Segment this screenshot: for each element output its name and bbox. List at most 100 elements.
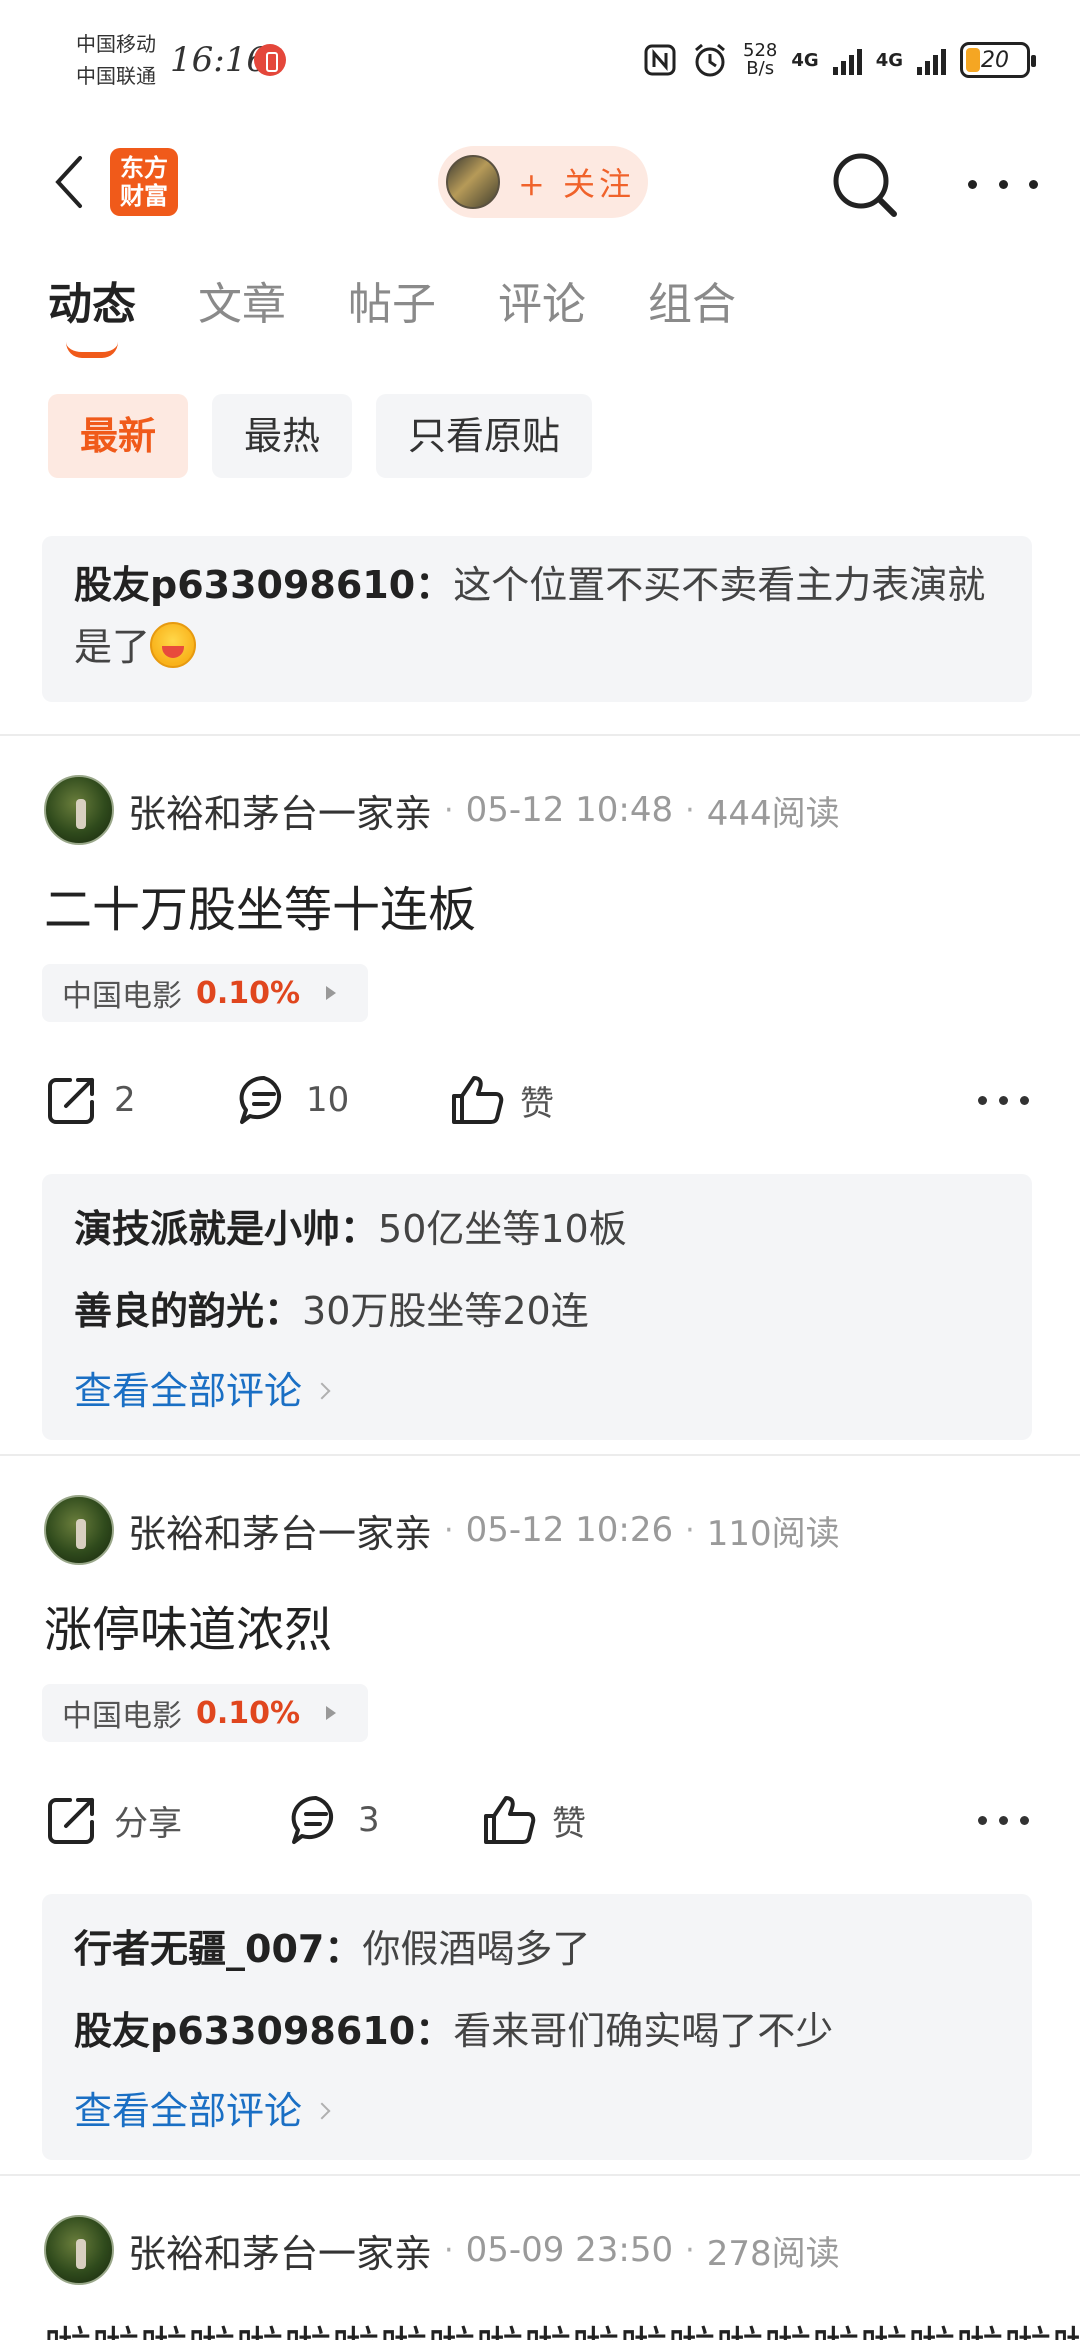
top-nav: 东方 财富 + 关注 <box>0 130 1080 234</box>
pinned-user[interactable]: 股友p633098610 <box>74 563 415 607</box>
avatar[interactable] <box>44 775 114 845</box>
share-count: 2 <box>114 1080 136 1120</box>
comment-user[interactable]: 行者无疆_007 <box>74 1927 324 1971</box>
comment-user[interactable]: 股友p633098610 <box>74 2009 415 2053</box>
play-arrow-icon <box>326 986 337 1000</box>
recording-icon <box>254 44 286 76</box>
separator: · <box>685 792 695 828</box>
colon: ： <box>415 2009 454 2053</box>
post-card[interactable]: 张裕和茅台一家亲 · 05-09 23:50 · 278阅读 啦啦啦啦啦啦啦啦啦… <box>0 2214 1080 2340</box>
separator: · <box>685 1512 695 1548</box>
battery-icon: 20 <box>960 42 1036 78</box>
more-options-button[interactable] <box>968 166 1038 202</box>
comment-text: 30万股坐等20连 <box>302 1289 589 1333</box>
stock-change: 0.10% <box>196 1695 301 1731</box>
like-button[interactable]: 赞 <box>448 1064 554 1136</box>
comment-item[interactable]: 演技派就是小帅：50亿坐等10板 <box>74 1188 1000 1270</box>
tab-articles[interactable]: 文章 <box>198 270 286 350</box>
comment-button[interactable]: 10 <box>236 1064 349 1136</box>
carrier-info: 中国移动 中国联通 <box>76 28 156 92</box>
view-all-comments-link[interactable]: 查看全部评论 <box>74 1352 331 1430</box>
back-button[interactable] <box>44 152 92 212</box>
tab-portfolios[interactable]: 组合 <box>648 270 736 350</box>
comment-item[interactable]: 善良的韵光：30万股坐等20连 <box>74 1270 1000 1352</box>
post-meta: 张裕和茅台一家亲 · 05-12 10:48 · 444阅读 <box>44 774 840 846</box>
more-icon <box>978 1815 1029 1825</box>
comment-item[interactable]: 行者无疆_007：你假酒喝多了 <box>74 1908 1000 1990</box>
share-icon <box>48 1078 94 1124</box>
logo-line-2: 财富 <box>120 182 168 210</box>
colon: ： <box>324 1927 363 1971</box>
network-type-1: 4G <box>791 49 819 71</box>
status-icons: 528 B/s 4G 4G 20 <box>643 38 1036 82</box>
action-bar: 2 10 赞 <box>44 1064 1034 1136</box>
post-time: 05-12 10:26 <box>465 1510 674 1550</box>
app-logo[interactable]: 东方 财富 <box>110 148 178 216</box>
pinned-comment[interactable]: 股友p633098610：这个位置不买不卖看主力表演就是了 <box>42 536 1032 702</box>
post-meta: 张裕和茅台一家亲 · 05-09 23:50 · 278阅读 <box>44 2214 840 2286</box>
avatar[interactable] <box>44 1495 114 1565</box>
share-label: 分享 <box>114 1803 182 1844</box>
separator: · <box>444 792 454 828</box>
filter-original-only[interactable]: 只看原贴 <box>376 394 593 478</box>
share-button[interactable]: 分享 <box>44 1784 182 1856</box>
share-button[interactable]: 2 <box>44 1064 136 1136</box>
post-title[interactable]: 啦啦啦啦啦啦啦啦啦啦啦啦啦啦啦啦啦啦啦啦啦啦 <box>44 2310 1080 2340</box>
tab-dynamics[interactable]: 动态 <box>48 270 136 358</box>
comment-user[interactable]: 演技派就是小帅 <box>74 1207 340 1251</box>
stock-name: 中国电影 <box>62 1699 182 1734</box>
separator: · <box>444 2232 454 2268</box>
more-options-button[interactable] <box>978 1064 1029 1136</box>
comment-button[interactable]: 3 <box>288 1784 380 1856</box>
tab-posts[interactable]: 帖子 <box>348 270 436 350</box>
post-title[interactable]: 二十万股坐等十连板 <box>44 870 476 940</box>
laughing-emoji-icon <box>150 622 197 668</box>
comment-text: 你假酒喝多了 <box>362 1927 591 1971</box>
divider <box>0 2174 1080 2176</box>
chevron-right-icon <box>313 2102 331 2120</box>
follow-button[interactable]: + 关注 <box>438 146 648 218</box>
author-name[interactable]: 张裕和茅台一家亲 <box>128 2223 432 2278</box>
stock-tag[interactable]: 中国电影 0.10% <box>42 1684 368 1742</box>
battery-level: 20 <box>981 47 1009 73</box>
filter-latest[interactable]: 最新 <box>48 394 189 478</box>
thumbs-up-icon <box>452 1076 504 1124</box>
avatar[interactable] <box>44 2215 114 2285</box>
more-icon <box>978 1095 1029 1105</box>
filter-chips: 最新 最热 只看原贴 <box>48 394 593 478</box>
colon: ： <box>340 1207 379 1251</box>
separator: · <box>685 2232 695 2268</box>
stock-tag[interactable]: 中国电影 0.10% <box>42 964 368 1022</box>
dot-icon <box>968 179 977 189</box>
thumbs-up-icon <box>484 1796 536 1844</box>
colon: ： <box>264 1289 303 1333</box>
comment-user[interactable]: 善良的韵光 <box>74 1289 264 1333</box>
user-avatar <box>446 155 500 209</box>
status-bar: 中国移动 中国联通 16:16 528 B/s 4G 4G 20 <box>0 0 1080 130</box>
search-icon <box>833 153 897 217</box>
tab-bar: 动态 文章 帖子 评论 组合 <box>48 270 736 360</box>
like-button[interactable]: 赞 <box>480 1784 586 1856</box>
comment-preview[interactable]: 演技派就是小帅：50亿坐等10板 善良的韵光：30万股坐等20连 查看全部评论 <box>42 1174 1032 1440</box>
follow-label: + 关注 <box>518 165 635 203</box>
comment-text: 看来哥们确实喝了不少 <box>453 2009 834 2053</box>
filter-hot[interactable]: 最热 <box>212 394 353 478</box>
comment-item[interactable]: 股友p633098610：看来哥们确实喝了不少 <box>74 1990 1000 2072</box>
post-card[interactable]: 张裕和茅台一家亲 · 05-12 10:48 · 444阅读 二十万股坐等十连板… <box>0 774 1080 1440</box>
search-button[interactable] <box>830 150 900 220</box>
colon: ： <box>415 563 454 607</box>
signal-icon-1 <box>832 45 862 75</box>
comment-preview[interactable]: 行者无疆_007：你假酒喝多了 股友p633098610：看来哥们确实喝了不少 … <box>42 1894 1032 2160</box>
post-meta: 张裕和茅台一家亲 · 05-12 10:26 · 110阅读 <box>44 1494 840 1566</box>
post-title[interactable]: 涨停味道浓烈 <box>44 1590 332 1660</box>
author-name[interactable]: 张裕和茅台一家亲 <box>128 1503 432 1558</box>
tab-comments[interactable]: 评论 <box>498 270 586 350</box>
separator: · <box>444 1512 454 1548</box>
post-card[interactable]: 张裕和茅台一家亲 · 05-12 10:26 · 110阅读 涨停味道浓烈 中国… <box>0 1494 1080 2160</box>
post-time: 05-12 10:48 <box>465 790 674 830</box>
view-all-comments-link[interactable]: 查看全部评论 <box>74 2072 331 2150</box>
carrier-2: 中国联通 <box>76 64 156 88</box>
author-name[interactable]: 张裕和茅台一家亲 <box>128 783 432 838</box>
more-options-button[interactable] <box>978 1784 1029 1856</box>
read-count: 110阅读 <box>706 1513 840 1554</box>
